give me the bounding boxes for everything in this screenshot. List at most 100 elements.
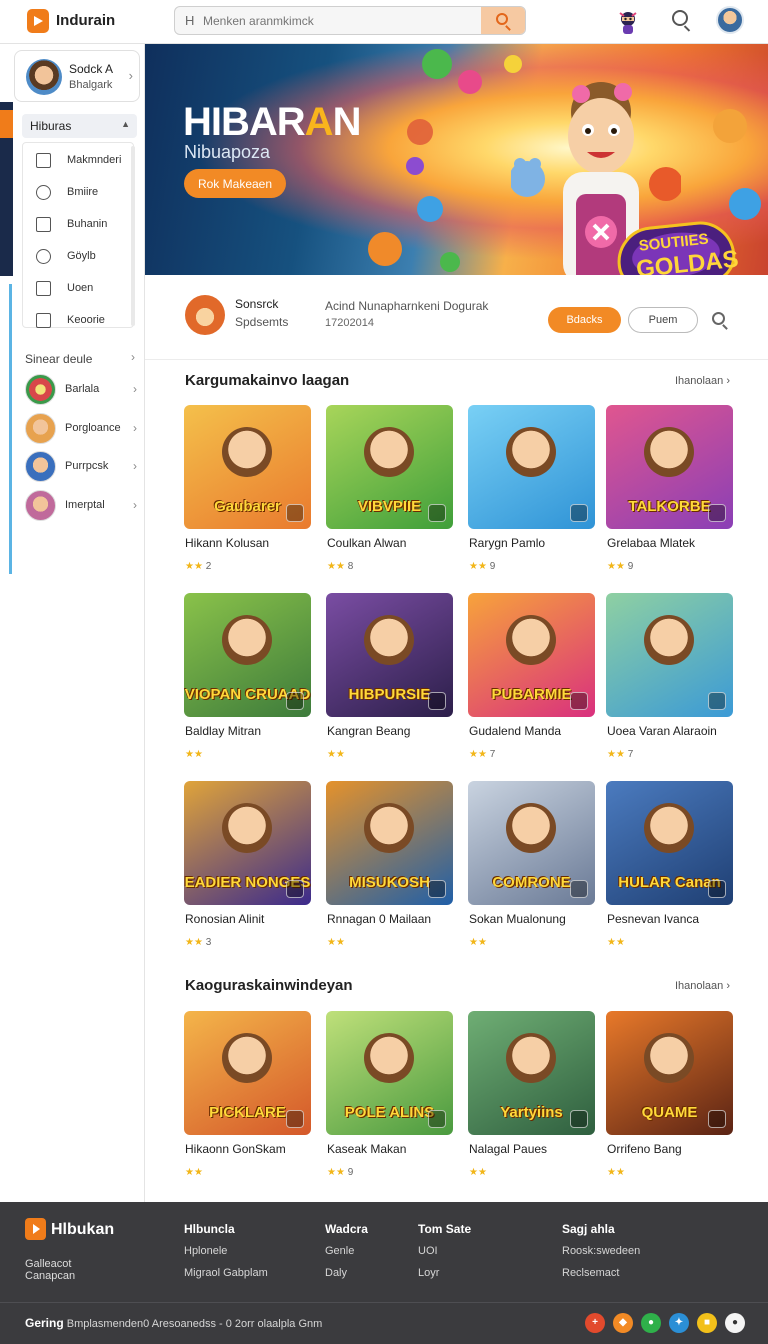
search-input[interactable] xyxy=(203,11,473,31)
game-title[interactable]: Pesnevan Ivanca xyxy=(607,912,699,926)
game-card[interactable]: EADIER NONGES Ronosian Alinit ★★ 3 xyxy=(184,781,311,956)
primary-action-button[interactable]: Bdacks xyxy=(548,307,621,333)
game-thumbnail[interactable]: Yartyiins xyxy=(468,1011,595,1135)
game-thumbnail[interactable]: POLE ALINS xyxy=(326,1011,453,1135)
footer-link[interactable]: Reclsemact xyxy=(562,1267,640,1279)
game-title[interactable]: Kangran Beang xyxy=(327,724,410,738)
sidebar-game-label: Purrpcsk xyxy=(65,460,109,472)
orange-social-icon[interactable]: ◆ xyxy=(613,1313,633,1333)
footer-link[interactable]: Roosk:swedeen xyxy=(562,1245,640,1257)
game-card[interactable]: PICKLARE Hikaonn GonSkam ★★ xyxy=(184,1011,311,1186)
game-card[interactable]: Yartyiins Nalagal Paues ★★ xyxy=(468,1011,595,1186)
hero-cta-button[interactable]: Rok Makeaen xyxy=(184,169,286,198)
hero-banner[interactable]: HIBARAN Nibuapoza Rok Makeaen SOUTIIES G… xyxy=(145,44,768,275)
game-title[interactable]: Hikann Kolusan xyxy=(185,536,269,550)
sidebar-item-uoen[interactable]: Uoen xyxy=(23,273,135,305)
footer-link[interactable]: Migraol Gabplam xyxy=(184,1267,268,1279)
game-title[interactable]: Baldlay Mitran xyxy=(185,724,261,738)
game-card[interactable]: VIOPAN CRUAAD Baldlay Mitran ★★ xyxy=(184,593,311,768)
yellow-social-icon[interactable]: ■ xyxy=(697,1313,717,1333)
game-card[interactable]: HIBPURSIE Kangran Beang ★★ xyxy=(326,593,453,768)
secondary-action-button[interactable]: Puem xyxy=(628,307,698,333)
game-title[interactable]: Rarygn Pamlo xyxy=(469,536,545,550)
game-card[interactable]: COMRONE Sokan Mualonung ★★ xyxy=(468,781,595,956)
game-title[interactable]: Orrifeno Bang xyxy=(607,1142,682,1156)
game-thumbnail[interactable]: MISUKOSH xyxy=(326,781,453,905)
game-card[interactable]: QUAME Orrifeno Bang ★★ xyxy=(606,1011,733,1186)
scrollbar[interactable] xyxy=(131,146,135,326)
game-thumbnail[interactable]: Gaubarer xyxy=(184,405,311,529)
game-title[interactable]: Nalagal Paues xyxy=(469,1142,547,1156)
featured-game-name[interactable]: Sonsrck xyxy=(235,297,278,311)
game-title[interactable]: Coulkan Alwan xyxy=(327,536,406,550)
section-header[interactable]: Sinear deule › xyxy=(25,350,137,368)
game-thumbnail[interactable] xyxy=(468,405,595,529)
search-icon[interactable] xyxy=(712,312,725,325)
white-social-icon[interactable]: ● xyxy=(725,1313,745,1333)
sidebar-game-imerptal[interactable]: Imerptal › xyxy=(25,490,139,522)
game-thumbnail[interactable]: EADIER NONGES xyxy=(184,781,311,905)
sidebar-item-goylb[interactable]: Göylb xyxy=(23,241,135,273)
search-button[interactable] xyxy=(481,7,525,34)
game-title[interactable]: Kaseak Makan xyxy=(327,1142,406,1156)
game-thumbnail[interactable]: QUAME xyxy=(606,1011,733,1135)
game-title[interactable]: Ronosian Alinit xyxy=(185,912,264,926)
game-card[interactable]: POLE ALINS Kaseak Makan ★★ 9 xyxy=(326,1011,453,1186)
game-card[interactable]: MISUKOSH Rnnagan 0 Mailaan ★★ xyxy=(326,781,453,956)
game-thumbnail[interactable]: PUBARMIE xyxy=(468,593,595,717)
game-card[interactable]: PUBARMIE Gudalend Manda ★★ 7 xyxy=(468,593,595,768)
footer-link[interactable]: Hplonele xyxy=(184,1245,268,1257)
bird-social-icon[interactable]: ✦ xyxy=(669,1313,689,1333)
chat-social-icon[interactable]: ● xyxy=(641,1313,661,1333)
footer-link[interactable]: Genle xyxy=(325,1245,368,1257)
category-header[interactable]: Hiburas ▲ xyxy=(22,114,137,138)
profile-card[interactable]: Sodck A Bhalgark › xyxy=(14,50,140,102)
game-thumbnail[interactable]: HULAR Canan xyxy=(606,781,733,905)
logo-icon[interactable] xyxy=(27,9,49,33)
sidebar-item-buhanin[interactable]: Buhanin xyxy=(23,209,135,241)
game-card[interactable]: TALKORBE Grelabaa Mlatek ★★ 9 xyxy=(606,405,733,580)
game-card[interactable]: HULAR Canan Pesnevan Ivanca ★★ xyxy=(606,781,733,956)
game-card[interactable]: Gaubarer Hikann Kolusan ★★ 2 xyxy=(184,405,311,580)
sidebar-game-porgloance[interactable]: Porgloance › xyxy=(25,413,139,445)
game-thumbnail[interactable]: VIOPAN CRUAAD xyxy=(184,593,311,717)
game-title[interactable]: Gudalend Manda xyxy=(469,724,561,738)
avatar[interactable] xyxy=(716,6,744,34)
see-all-link[interactable]: Ihanolaan › xyxy=(675,980,730,992)
sidebar-item-bmiire[interactable]: Bmiire xyxy=(23,177,135,209)
footer-link[interactable]: Loyr xyxy=(418,1267,471,1279)
ninja-mascot-icon[interactable] xyxy=(616,9,640,35)
sidebar-item-label: Keoorie xyxy=(67,314,105,326)
section-title: Kaoguraskainwindeyan xyxy=(185,977,353,994)
plus-social-icon[interactable]: + xyxy=(585,1313,605,1333)
game-thumbnail[interactable]: HIBPURSIE xyxy=(326,593,453,717)
game-thumbnail[interactable] xyxy=(606,593,733,717)
game-thumbnail[interactable]: COMRONE xyxy=(468,781,595,905)
search-bar[interactable]: H xyxy=(174,6,526,35)
featured-game-icon[interactable] xyxy=(185,295,225,335)
game-title[interactable]: Rnnagan 0 Mailaan xyxy=(327,912,431,926)
sidebar-game-purrpcsk[interactable]: Purrpcsk › xyxy=(25,451,139,483)
sidebar-item-keoorie[interactable]: Keoorie xyxy=(23,305,135,337)
game-title[interactable]: Uoea Varan Alaraoin xyxy=(607,724,717,738)
game-card[interactable]: VIBVPIIE Coulkan Alwan ★★ 8 xyxy=(326,405,453,580)
game-title[interactable]: Sokan Mualonung xyxy=(469,912,566,926)
game-card[interactable]: Uoea Varan Alaraoin ★★ 7 xyxy=(606,593,733,768)
sidebar-game-barlala[interactable]: Barlala › xyxy=(25,374,139,406)
star-icon: ★★ xyxy=(327,937,345,948)
game-thumbnail[interactable]: TALKORBE xyxy=(606,405,733,529)
footer-link[interactable]: UOI xyxy=(418,1245,471,1257)
footer-brand[interactable]: Hlbukan xyxy=(51,1221,114,1239)
game-title[interactable]: Grelabaa Mlatek xyxy=(607,536,695,550)
game-thumbnail[interactable]: PICKLARE xyxy=(184,1011,311,1135)
footer-logo-icon[interactable] xyxy=(25,1218,46,1240)
search-icon[interactable] xyxy=(672,10,688,26)
sidebar-item-makmnderi[interactable]: Makmnderi xyxy=(23,145,135,177)
game-card[interactable]: Rarygn Pamlo ★★ 9 xyxy=(468,405,595,580)
home-icon xyxy=(36,313,51,328)
game-title[interactable]: Hikaonn GonSkam xyxy=(185,1142,286,1156)
footer-link[interactable]: Daly xyxy=(325,1267,368,1279)
game-thumbnail[interactable]: VIBVPIIE xyxy=(326,405,453,529)
see-all-link[interactable]: Ihanolaan › xyxy=(675,375,730,387)
app-name[interactable]: Indurain xyxy=(56,12,115,29)
